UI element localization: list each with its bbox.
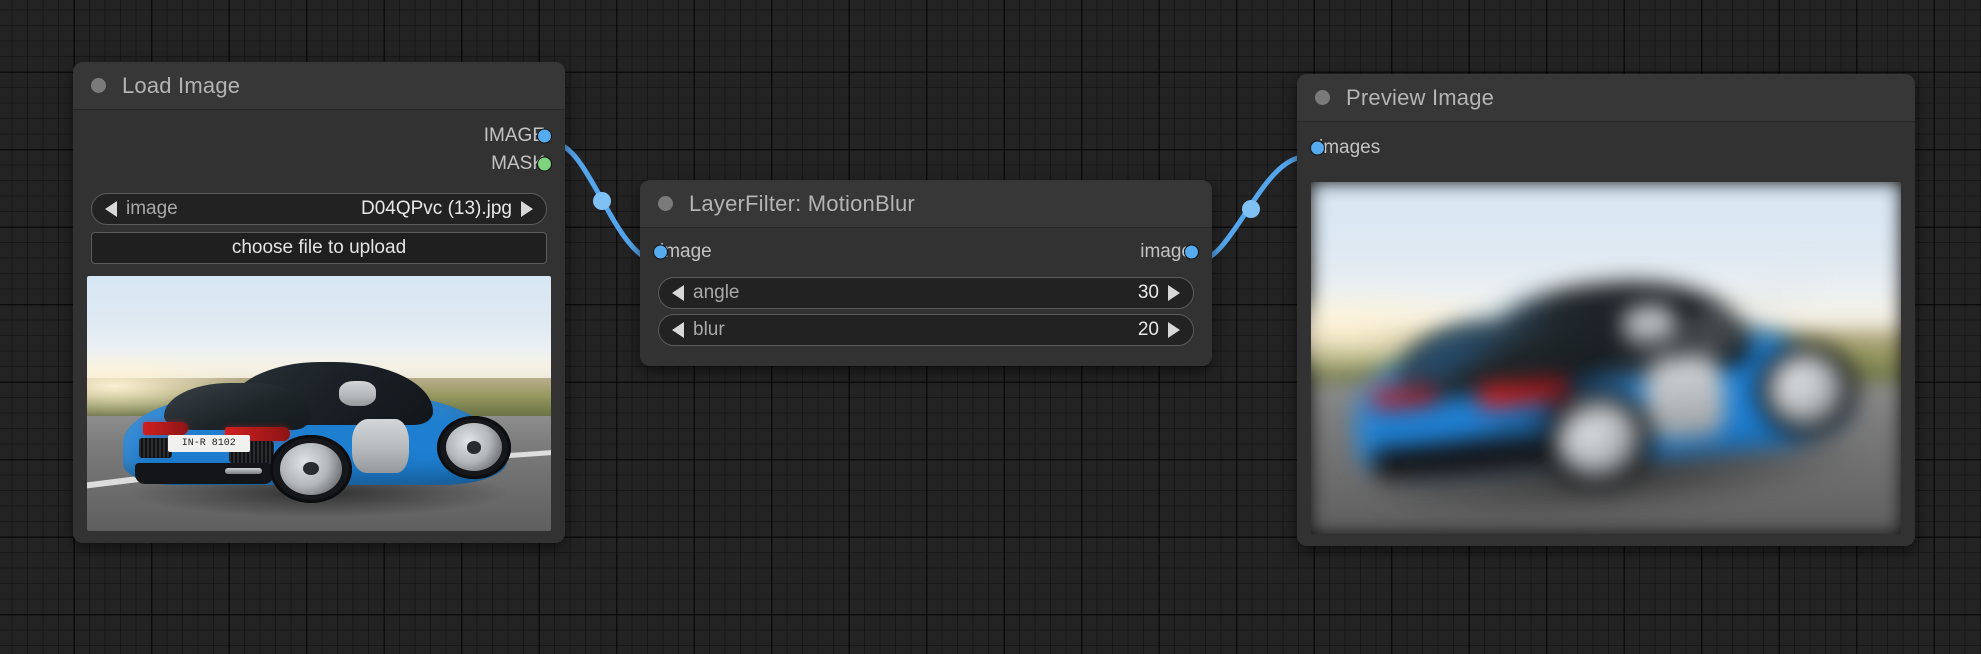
widget-angle[interactable]: angle 30 bbox=[658, 277, 1194, 309]
choose-file-to-upload-button[interactable]: choose file to upload bbox=[91, 232, 547, 264]
widget-label: angle bbox=[693, 282, 740, 303]
node-title: Preview Image bbox=[1346, 84, 1495, 110]
photo-loaded: IN-R 8102 bbox=[87, 276, 551, 531]
chevron-left-icon[interactable] bbox=[672, 322, 684, 338]
node-header-motionblur[interactable]: LayerFilter: MotionBlur bbox=[640, 180, 1212, 228]
button-label: choose file to upload bbox=[231, 237, 407, 258]
output-port-image-icon[interactable] bbox=[1184, 244, 1199, 260]
output-slot-label: IMAGE bbox=[483, 125, 545, 146]
license-plate-text: IN-R 8102 bbox=[181, 437, 236, 449]
image-preview-thumbnail[interactable]: IN-R 8102 bbox=[87, 276, 551, 531]
car-front-wheel bbox=[437, 415, 511, 479]
chevron-right-icon[interactable] bbox=[1168, 285, 1180, 301]
car-rear-wheel bbox=[269, 434, 352, 503]
widget-value: 20 bbox=[1137, 319, 1159, 340]
car-front-rim bbox=[1764, 349, 1848, 429]
node-header-load-image[interactable]: Load Image bbox=[73, 62, 565, 110]
node-title: LayerFilter: MotionBlur bbox=[689, 190, 915, 216]
node-body-load-image: IMAGE MASK image D04QPvc (13).jpg choose… bbox=[73, 110, 565, 543]
collapse-dot-icon[interactable] bbox=[658, 196, 673, 211]
collapse-dot-icon[interactable] bbox=[1315, 90, 1330, 105]
node-body-motionblur: image image angle 30 blur 20 bbox=[640, 228, 1212, 366]
input-port-image-icon[interactable] bbox=[653, 244, 668, 260]
car-mirror-panel bbox=[339, 380, 377, 407]
node-load-image[interactable]: Load Image IMAGE MASK image D04QPvc (13)… bbox=[73, 62, 565, 543]
io-slot-row: image image bbox=[640, 238, 1212, 266]
node-preview-image[interactable]: Preview Image images bbox=[1297, 74, 1915, 546]
car-front-hub bbox=[466, 441, 482, 454]
widget-blur[interactable]: blur 20 bbox=[658, 314, 1194, 346]
link-motionblur-to-preview bbox=[1195, 154, 1306, 265]
car-taillight-left bbox=[143, 422, 189, 435]
node-graph-canvas[interactable]: Load Image IMAGE MASK image D04QPvc (13)… bbox=[0, 0, 1981, 654]
chevron-right-icon[interactable] bbox=[1168, 322, 1180, 338]
output-port-mask-icon[interactable] bbox=[537, 156, 552, 172]
input-port-images-icon[interactable] bbox=[1310, 140, 1325, 156]
output-port-image-icon[interactable] bbox=[537, 128, 552, 144]
node-body-preview-image: images bbox=[1297, 122, 1915, 546]
output-slot-mask[interactable]: MASK bbox=[73, 150, 565, 178]
node-layerfilter-motionblur[interactable]: LayerFilter: MotionBlur image image angl… bbox=[640, 180, 1212, 366]
image-preview-output[interactable] bbox=[1311, 182, 1901, 534]
node-header-preview-image[interactable]: Preview Image bbox=[1297, 74, 1915, 122]
widget-label: image bbox=[126, 198, 178, 219]
car-exhaust bbox=[225, 467, 262, 475]
chevron-left-icon[interactable] bbox=[105, 201, 117, 217]
widget-label: blur bbox=[693, 319, 725, 340]
link-midpoint-dot-2 bbox=[1242, 200, 1260, 218]
collapse-dot-icon[interactable] bbox=[91, 78, 106, 93]
car-illustration: IN-R 8102 bbox=[115, 353, 523, 517]
photo-motion-blurred bbox=[1311, 182, 1901, 534]
output-slot-image[interactable]: IMAGE bbox=[73, 122, 565, 150]
chevron-left-icon[interactable] bbox=[672, 285, 684, 301]
node-title: Load Image bbox=[122, 72, 241, 98]
car-license-plate: IN-R 8102 bbox=[167, 434, 250, 453]
link-midpoint-dot-1 bbox=[593, 192, 611, 210]
widget-image-combo[interactable]: image D04QPvc (13).jpg bbox=[91, 193, 547, 225]
chevron-right-icon[interactable] bbox=[521, 201, 533, 217]
input-slot-images[interactable]: images bbox=[1297, 134, 1915, 162]
car-side-blade-panel bbox=[351, 418, 409, 473]
widget-value: D04QPvc (13).jpg bbox=[360, 198, 512, 219]
input-slot-label: images bbox=[1319, 137, 1381, 158]
widget-value: 30 bbox=[1137, 282, 1159, 303]
